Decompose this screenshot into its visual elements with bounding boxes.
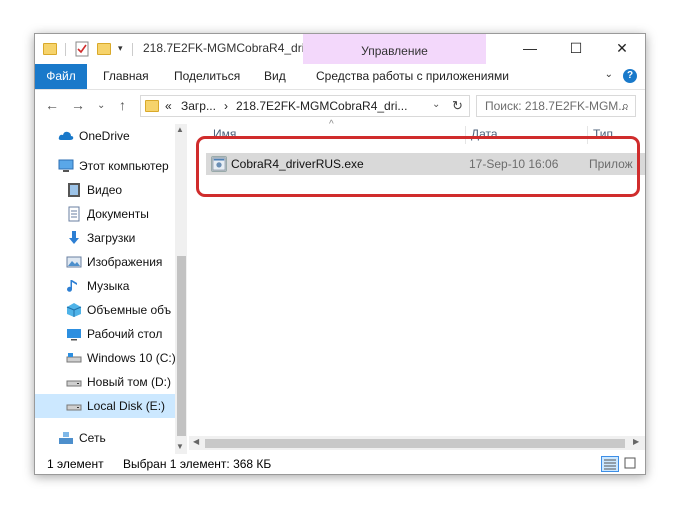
help-icon[interactable]: ? xyxy=(623,69,637,83)
maximize-button[interactable]: ☐ xyxy=(553,34,599,64)
sidebar-item-label: Видео xyxy=(87,183,123,197)
divider xyxy=(132,43,133,56)
red-highlight-frame xyxy=(196,136,640,197)
images-icon xyxy=(66,256,82,268)
sidebar-item-label: OneDrive xyxy=(79,129,130,143)
sidebar-item-drive-d[interactable]: Новый том (D:) xyxy=(35,370,175,394)
tab-file[interactable]: Файл xyxy=(35,64,87,89)
tab-app-tools[interactable]: Средства работы с приложениями xyxy=(316,64,509,89)
3d-objects-icon xyxy=(66,303,82,317)
sidebar-scrollbar[interactable]: ▲ ▼ xyxy=(175,124,187,454)
sidebar-item-drive-c[interactable]: Windows 10 (C:) xyxy=(35,346,176,370)
sidebar-item-3d-objects[interactable]: Объемные объ xyxy=(35,298,175,322)
music-icon xyxy=(67,280,77,292)
customize-toolbar-icon[interactable]: ▾ xyxy=(118,43,123,59)
sort-ascending-icon: ^ xyxy=(329,119,334,130)
expand-ribbon-icon[interactable]: ⌄ xyxy=(605,69,613,80)
computer-icon xyxy=(58,159,74,172)
large-icons-view-button[interactable] xyxy=(623,456,641,472)
video-icon xyxy=(68,183,80,197)
address-dropdown-icon[interactable]: ⌄ xyxy=(432,99,440,110)
status-bar: 1 элемент Выбран 1 элемент: 368 КБ xyxy=(35,454,645,474)
new-folder-icon[interactable] xyxy=(97,41,111,57)
sidebar-item-desktop[interactable]: Рабочий стол xyxy=(35,322,175,346)
desktop-icon xyxy=(67,329,81,341)
manage-tab-label: Управление xyxy=(361,44,428,58)
sidebar-item-network[interactable]: Сеть xyxy=(35,426,175,450)
window-title: 218.7E2FK-MGMCobraR4_dri... xyxy=(143,41,315,55)
divider xyxy=(65,43,66,56)
up-arrow-icon[interactable]: ↑ xyxy=(119,97,126,113)
details-view-button[interactable] xyxy=(601,456,619,472)
item-count: 1 элемент xyxy=(47,457,104,471)
breadcrumb-downloads[interactable]: Загр... xyxy=(181,99,216,113)
sidebar-item-label: Музыка xyxy=(87,279,130,293)
breadcrumb-current[interactable]: 218.7E2FK-MGMCobraR4_dri... xyxy=(236,99,407,113)
cloud-icon xyxy=(58,131,74,140)
sidebar-item-label: Загрузки xyxy=(87,231,136,245)
scroll-up-icon[interactable]: ▲ xyxy=(176,125,184,134)
sidebar-item-images[interactable]: Изображения xyxy=(35,250,175,274)
sidebar-item-label: Этот компьютер xyxy=(79,159,169,173)
folder-icon xyxy=(145,100,159,112)
search-box[interactable]: Поиск: 218.7E2FK-MGM... ⌕ xyxy=(476,95,636,117)
scroll-down-icon[interactable]: ▼ xyxy=(176,442,184,451)
sidebar-item-music[interactable]: Музыка xyxy=(35,274,175,298)
drive-icon xyxy=(66,353,82,363)
search-placeholder: Поиск: 218.7E2FK-MGM... xyxy=(485,99,629,113)
sidebar-item-documents[interactable]: Документы xyxy=(35,202,175,226)
folder-icon xyxy=(43,41,57,57)
properties-icon[interactable] xyxy=(75,41,89,57)
address-bar-row: ← → ⌄ ↑ « Загр... › 218.7E2FK-MGMCobraR4… xyxy=(35,90,645,122)
selection-info: Выбран 1 элемент: 368 КБ xyxy=(123,457,272,471)
drive-icon xyxy=(66,404,82,411)
large-icons-view-icon xyxy=(624,457,636,469)
forward-arrow-icon[interactable]: → xyxy=(71,97,85,113)
manage-tab[interactable]: Управление xyxy=(303,34,486,64)
horizontal-scroll-thumb[interactable] xyxy=(205,439,625,448)
sidebar-item-label: Local Disk (E:) xyxy=(87,399,166,413)
drive-icon xyxy=(66,380,82,387)
sidebar-item-drive-e[interactable]: Local Disk (E:) xyxy=(35,394,175,418)
sidebar-item-this-pc[interactable]: Этот компьютер xyxy=(35,154,175,178)
sidebar-item-label: Сеть xyxy=(79,431,106,445)
details-view-icon xyxy=(604,459,616,470)
search-icon: ⌕ xyxy=(621,98,629,113)
sidebar-item-onedrive[interactable]: OneDrive xyxy=(35,124,175,148)
sidebar-item-downloads[interactable]: Загрузки xyxy=(35,226,175,250)
download-icon xyxy=(69,231,79,244)
address-overflow[interactable]: « xyxy=(165,99,172,113)
recent-locations-icon[interactable]: ⌄ xyxy=(97,100,105,111)
sidebar-scroll-thumb[interactable] xyxy=(177,256,186,436)
sidebar-item-label: Документы xyxy=(87,207,149,221)
tab-home[interactable]: Главная xyxy=(103,64,149,89)
refresh-icon[interactable]: ↻ xyxy=(452,98,463,114)
horizontal-scrollbar[interactable]: ◀ ▶ xyxy=(189,436,645,450)
explorer-window: ▾ 218.7E2FK-MGMCobraR4_dri... Управление… xyxy=(34,33,646,475)
sidebar-item-label: Новый том (D:) xyxy=(87,375,171,389)
tab-share[interactable]: Поделиться xyxy=(174,64,240,89)
sidebar-item-label: Рабочий стол xyxy=(87,327,163,341)
sidebar-item-label: Объемные объ xyxy=(87,303,172,317)
ribbon-tabs: Файл Главная Поделиться Вид Средства раб… xyxy=(35,64,645,90)
documents-icon xyxy=(68,206,80,222)
scroll-right-icon[interactable]: ▶ xyxy=(633,437,639,446)
sidebar-item-video[interactable]: Видео xyxy=(35,178,175,202)
close-button[interactable]: ✕ xyxy=(599,34,645,64)
network-icon xyxy=(59,432,73,444)
title-bar: ▾ 218.7E2FK-MGMCobraR4_dri... Управление… xyxy=(35,34,645,64)
back-arrow-icon[interactable]: ← xyxy=(45,97,59,113)
sidebar-item-label: Windows 10 (C:) xyxy=(87,351,176,365)
tab-view[interactable]: Вид xyxy=(264,64,286,89)
sidebar-item-label: Изображения xyxy=(87,255,163,269)
minimize-button[interactable]: — xyxy=(507,34,553,64)
scroll-left-icon[interactable]: ◀ xyxy=(193,437,199,446)
breadcrumb-separator[interactable]: › xyxy=(224,99,228,113)
address-bar[interactable]: « Загр... › 218.7E2FK-MGMCobraR4_dri... … xyxy=(140,95,470,117)
navigation-pane: OneDrive Этот компьютер Видео Документы … xyxy=(35,124,187,454)
